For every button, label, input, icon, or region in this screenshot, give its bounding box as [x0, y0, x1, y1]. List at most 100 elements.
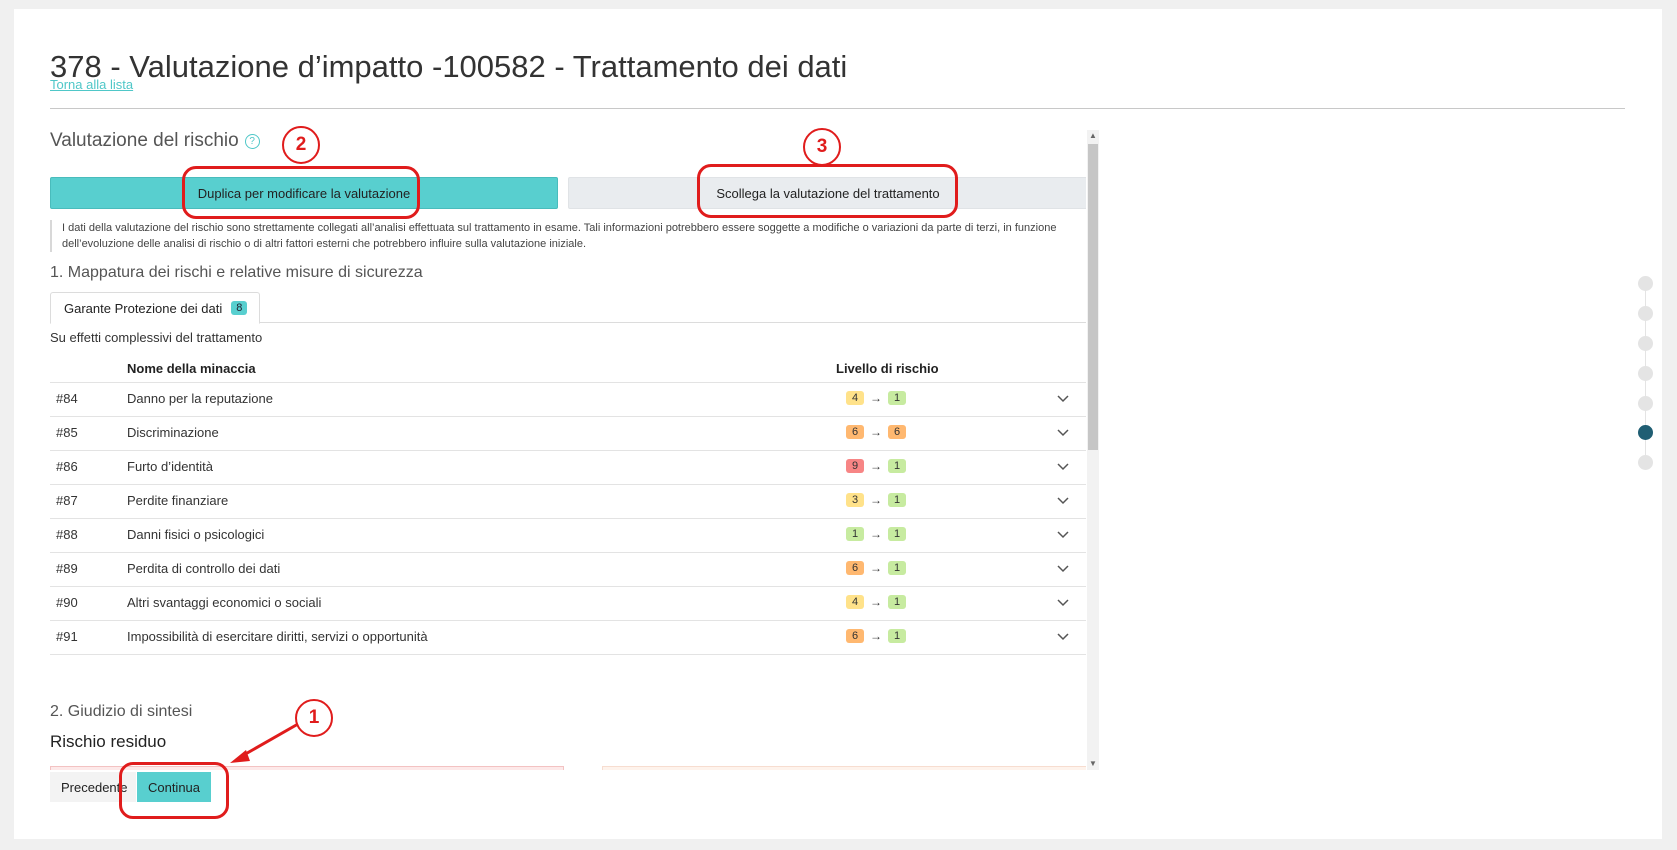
risk-section-title-text: Valutazione del rischio	[50, 130, 239, 151]
initial-risk-badge: 6	[846, 425, 864, 439]
threat-id: #86	[56, 459, 78, 474]
threat-id: #88	[56, 527, 78, 542]
chevron-down-icon[interactable]	[1056, 391, 1070, 405]
initial-risk-badge: 4	[846, 391, 864, 405]
tab-garante-protezione-dati[interactable]: Garante Protezione dei dati 8	[50, 292, 261, 324]
table-row[interactable]: #89 Perdita di controllo dei dati 6 → 1	[50, 553, 1086, 587]
chevron-down-icon[interactable]	[1056, 561, 1070, 575]
residual-risk-title: Rischio residuo	[50, 732, 167, 751]
annotation-marker-1: 1	[295, 699, 333, 737]
chevron-down-icon[interactable]	[1056, 425, 1070, 439]
mapping-title: 1. Mappatura dei rischi e relative misur…	[50, 264, 423, 281]
residual-risk-badge: 1	[888, 391, 906, 405]
threat-name: Furto d’identità	[127, 459, 213, 474]
annotation-marker-3: 3	[803, 128, 841, 166]
tab-label: Garante Protezione dei dati	[64, 300, 223, 316]
scroll-down-icon[interactable]: ▼	[1088, 759, 1098, 769]
annotation-oval-duplicate	[182, 166, 420, 219]
table-row[interactable]: #88 Danni fisici o psicologici 1 → 1	[50, 519, 1086, 553]
stepper-dot-4[interactable]	[1638, 366, 1653, 381]
table-row[interactable]: #84 Danno per la reputazione 4 → 1	[50, 383, 1086, 417]
threat-name: Impossibilità di esercitare diritti, ser…	[127, 629, 428, 644]
risk-level: 4 → 1	[846, 595, 906, 609]
table-row[interactable]: #86 Furto d’identità 9 → 1	[50, 451, 1086, 485]
chevron-down-icon[interactable]	[1056, 493, 1070, 507]
risk-level: 3 → 1	[846, 493, 906, 507]
stepper-dot-5[interactable]	[1638, 396, 1653, 411]
tab-bar: Garante Protezione dei dati 8	[50, 292, 1086, 324]
residual-risk-badge: 1	[888, 459, 906, 473]
stepper-dot-3[interactable]	[1638, 336, 1653, 351]
stepper-dot-7[interactable]	[1638, 455, 1653, 470]
arrow-right-icon: →	[870, 425, 882, 439]
initial-risk-badge: 6	[846, 629, 864, 643]
residual-risk-badge: 1	[888, 595, 906, 609]
arrow-right-icon: →	[870, 459, 882, 473]
residual-risk-badge: 1	[888, 493, 906, 507]
risk-scroll-area[interactable]: Valutazione del rischio? Duplica per mod…	[50, 130, 1086, 770]
threat-name: Altri svantaggi economici o sociali	[127, 595, 322, 610]
arrow-right-icon: →	[870, 493, 882, 507]
risk-level: 6 → 6	[846, 425, 906, 439]
table-row[interactable]: #87 Perdite finanziare 3 → 1	[50, 485, 1086, 519]
tab-count-badge: 8	[231, 301, 248, 315]
threat-id: #90	[56, 595, 78, 610]
annotation-marker-2: 2	[282, 126, 320, 164]
risk-section-title: Valutazione del rischio?	[50, 130, 260, 152]
threat-name: Danno per la reputazione	[127, 391, 273, 406]
threat-name: Perdita di controllo dei dati	[127, 561, 281, 576]
initial-risk-badge: 9	[846, 459, 864, 473]
annotation-oval-unlink	[697, 164, 958, 218]
scrollbar[interactable]: ▲ ▼	[1087, 130, 1099, 770]
initial-risk-badge: 1	[846, 527, 864, 541]
context-label: Su effetti complessivi del trattamento	[50, 330, 263, 345]
residual-risk-badge: 1	[888, 629, 906, 643]
column-header-name: Nome della minaccia	[127, 361, 256, 376]
table-row[interactable]: #91 Impossibilità di esercitare diritti, …	[50, 621, 1086, 655]
arrow-right-icon: →	[870, 595, 882, 609]
table-header: Nome della minaccia Livello di rischio	[50, 356, 1086, 383]
scrollbar-thumb[interactable]	[1088, 144, 1098, 450]
chevron-down-icon[interactable]	[1056, 527, 1070, 541]
risk-level: 9 → 1	[846, 459, 906, 473]
table-row[interactable]: #90 Altri svantaggi economici o sociali 4 →…	[50, 587, 1086, 621]
info-note: I dati della valutazione del rischio son…	[50, 220, 1086, 252]
initial-risk-badge: 4	[846, 595, 864, 609]
help-icon[interactable]: ?	[244, 134, 260, 149]
threat-name: Perdite finanziare	[127, 493, 229, 508]
scroll-up-icon[interactable]: ▲	[1088, 131, 1098, 141]
threat-id: #89	[56, 561, 78, 576]
column-header-level: Livello di rischio	[836, 361, 939, 376]
summary-title: 2. Giudizio di sintesi	[50, 703, 193, 720]
threat-id: #87	[56, 493, 78, 508]
residual-risk-badge: 1	[888, 527, 906, 541]
arrow-right-icon: →	[870, 629, 882, 643]
threat-id: #91	[56, 629, 78, 644]
threat-name: Danni fisici o psicologici	[127, 527, 265, 542]
risk-level: 1 → 1	[846, 527, 906, 541]
arrow-right-icon: →	[870, 527, 882, 541]
risk-level: 4 → 1	[846, 391, 906, 405]
stepper-dot-1[interactable]	[1638, 276, 1653, 291]
initial-risk-badge: 6	[846, 561, 864, 575]
threat-name: Discriminazione	[127, 425, 219, 440]
threat-id: #85	[56, 425, 78, 440]
chevron-down-icon[interactable]	[1056, 459, 1070, 473]
residual-risk-badge: 6	[888, 425, 906, 439]
page-title: 378 - Valutazione d’impatto -100582 - Tr…	[50, 48, 848, 84]
risk-level: 6 → 1	[846, 629, 906, 643]
chevron-down-icon[interactable]	[1056, 595, 1070, 609]
stepper-dot-6[interactable]	[1638, 425, 1653, 440]
residual-risk-badge: 1	[888, 561, 906, 575]
arrow-right-icon: →	[870, 391, 882, 405]
stepper-dot-2[interactable]	[1638, 306, 1653, 321]
annotation-oval-continue	[119, 762, 229, 819]
divider	[50, 108, 1625, 109]
arrow-right-icon: →	[870, 561, 882, 575]
residual-risk-box-right	[602, 766, 1086, 770]
risk-level: 6 → 1	[846, 561, 906, 575]
table-row[interactable]: #85 Discriminazione 6 → 6	[50, 417, 1086, 451]
threats-table: Nome della minaccia Livello di rischio #…	[50, 356, 1086, 655]
chevron-down-icon[interactable]	[1056, 629, 1070, 643]
back-to-list-link[interactable]: Torna alla lista	[50, 77, 133, 92]
